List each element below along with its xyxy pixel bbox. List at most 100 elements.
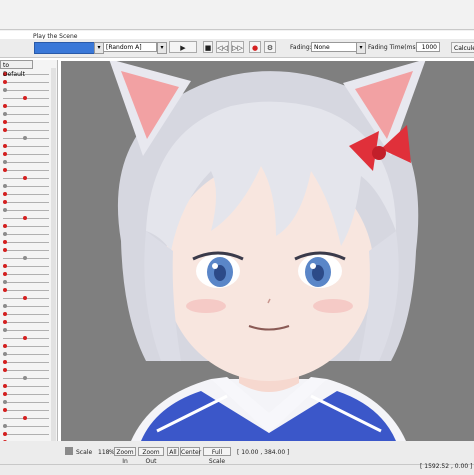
slider-knob[interactable] — [23, 296, 27, 300]
parameter-slider[interactable] — [3, 360, 49, 364]
parameter-slider[interactable] — [3, 96, 49, 100]
parameter-slider[interactable] — [3, 112, 49, 116]
zoom-in-button[interactable]: Zoom In — [114, 447, 136, 465]
parameter-slider[interactable] — [3, 408, 49, 412]
parameter-slider[interactable] — [3, 384, 49, 388]
random-select-dropdown[interactable]: ▾ — [157, 42, 167, 54]
slider-knob[interactable] — [3, 232, 7, 236]
parameter-slider[interactable] — [3, 344, 49, 348]
slider-knob[interactable] — [3, 224, 7, 228]
slider-knob[interactable] — [23, 96, 27, 100]
parameter-slider[interactable] — [3, 88, 49, 92]
parameter-slider[interactable] — [3, 368, 49, 372]
slider-knob[interactable] — [3, 152, 7, 156]
slider-knob[interactable] — [3, 368, 7, 372]
parameter-slider[interactable] — [3, 416, 49, 420]
parameter-slider[interactable] — [3, 200, 49, 204]
slider-knob[interactable] — [3, 264, 7, 268]
parameter-slider[interactable] — [3, 248, 49, 252]
slider-knob[interactable] — [3, 424, 7, 428]
parameter-slider[interactable] — [3, 232, 49, 236]
slider-knob[interactable] — [3, 400, 7, 404]
prev-button[interactable]: ◁◁ — [216, 41, 229, 53]
parameter-slider[interactable] — [3, 216, 49, 220]
slider-knob[interactable] — [3, 120, 7, 124]
slider-knob[interactable] — [23, 216, 27, 220]
play-button[interactable]: ▶ — [169, 41, 197, 53]
parameter-slider[interactable] — [3, 336, 49, 340]
slider-knob[interactable] — [3, 88, 7, 92]
all-button[interactable]: All — [167, 447, 179, 456]
slider-knob[interactable] — [3, 384, 7, 388]
parameter-slider[interactable] — [3, 432, 49, 436]
parameter-slider[interactable] — [3, 376, 49, 380]
parameter-slider[interactable] — [3, 288, 49, 292]
parameter-slider[interactable] — [3, 304, 49, 308]
parameter-slider[interactable] — [3, 224, 49, 228]
parameter-slider[interactable] — [3, 152, 49, 156]
slider-knob[interactable] — [3, 104, 7, 108]
parameter-slider[interactable] — [3, 168, 49, 172]
slider-knob[interactable] — [3, 192, 7, 196]
parameter-slider[interactable] — [3, 192, 49, 196]
slider-knob[interactable] — [3, 240, 7, 244]
fading-select[interactable]: None — [311, 42, 361, 52]
slider-knob[interactable] — [3, 328, 7, 332]
slider-knob[interactable] — [3, 144, 7, 148]
slider-knob[interactable] — [3, 352, 7, 356]
scene-select[interactable] — [34, 42, 95, 54]
parameter-slider[interactable] — [3, 240, 49, 244]
slider-knob[interactable] — [3, 344, 7, 348]
slider-knob[interactable] — [3, 272, 7, 276]
slider-knob[interactable] — [3, 312, 7, 316]
parameter-scrollbar[interactable] — [51, 68, 56, 462]
next-button[interactable]: ▷▷ — [231, 41, 244, 53]
parameter-slider[interactable] — [3, 272, 49, 276]
parameter-slider[interactable] — [3, 400, 49, 404]
slider-knob[interactable] — [3, 168, 7, 172]
center-button[interactable]: Center — [180, 447, 201, 456]
slider-knob[interactable] — [3, 280, 7, 284]
slider-knob[interactable] — [3, 304, 7, 308]
slider-knob[interactable] — [23, 376, 27, 380]
parameter-slider[interactable] — [3, 264, 49, 268]
scale-value[interactable]: 118 — [98, 449, 109, 456]
slider-knob[interactable] — [3, 408, 7, 412]
parameter-slider[interactable] — [3, 184, 49, 188]
fading-time-input[interactable]: 1000 — [416, 42, 440, 52]
parameter-slider[interactable] — [3, 80, 49, 84]
stop-button[interactable]: ■ — [203, 41, 213, 53]
record-icon[interactable]: ● — [249, 41, 261, 53]
fading-select-dropdown[interactable]: ▾ — [356, 42, 366, 54]
parameter-slider[interactable] — [3, 352, 49, 356]
slider-knob[interactable] — [3, 392, 7, 396]
parameter-slider[interactable] — [3, 120, 49, 124]
parameter-slider[interactable] — [3, 296, 49, 300]
slider-knob[interactable] — [3, 160, 7, 164]
model-viewport[interactable] — [61, 61, 474, 441]
full-scale-button[interactable]: Full Scale — [203, 447, 231, 465]
parameter-slider[interactable] — [3, 256, 49, 260]
slider-knob[interactable] — [3, 112, 7, 116]
slider-knob[interactable] — [3, 432, 7, 436]
parameter-slider[interactable] — [3, 176, 49, 180]
to-default-button[interactable]: to Default — [0, 60, 33, 78]
slider-knob[interactable] — [23, 336, 27, 340]
slider-knob[interactable] — [3, 80, 7, 84]
random-select[interactable]: [Random A] — [103, 42, 157, 52]
gear-icon[interactable]: ⚙ — [264, 41, 276, 53]
parameter-slider[interactable] — [3, 136, 49, 140]
slider-knob[interactable] — [23, 256, 27, 260]
slider-knob[interactable] — [3, 288, 7, 292]
calculate-button[interactable]: Calcule — [451, 42, 474, 53]
parameter-slider[interactable] — [3, 208, 49, 212]
slider-knob[interactable] — [3, 128, 7, 132]
slider-knob[interactable] — [23, 416, 27, 420]
parameter-slider[interactable] — [3, 328, 49, 332]
slider-knob[interactable] — [3, 320, 7, 324]
parameter-slider[interactable] — [3, 320, 49, 324]
slider-knob[interactable] — [3, 184, 7, 188]
parameter-slider[interactable] — [3, 392, 49, 396]
parameter-slider[interactable] — [3, 104, 49, 108]
parameter-slider[interactable] — [3, 160, 49, 164]
